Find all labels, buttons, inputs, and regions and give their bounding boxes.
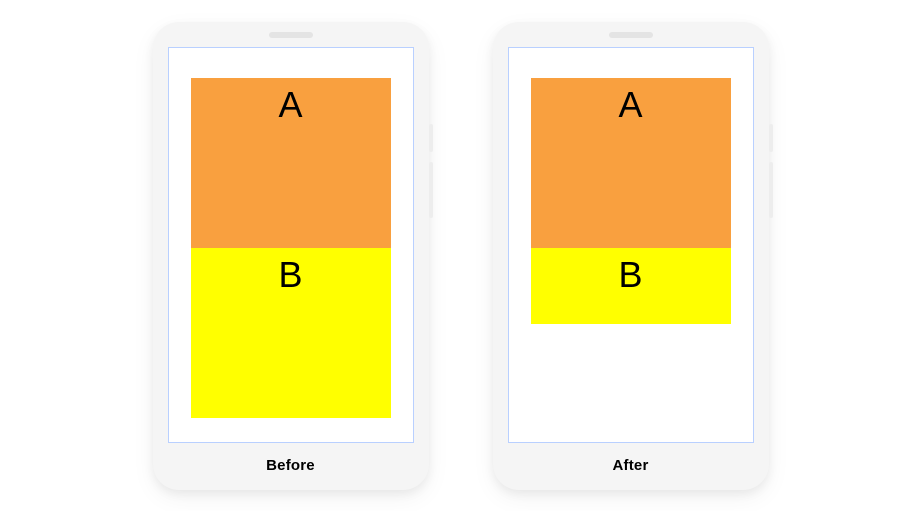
comparison-stage: A B Before A B After (0, 0, 921, 511)
block-label: B (618, 254, 642, 324)
phone-caption: Before (266, 457, 315, 474)
phone-screen-after: A B (508, 47, 754, 443)
block-label: B (278, 254, 302, 418)
block-label: A (618, 84, 642, 248)
phone-speaker (609, 32, 653, 38)
phone-after-unit: A B After (493, 22, 769, 490)
phone-before-unit: A B Before (153, 22, 429, 490)
layout-block-b: B (191, 248, 391, 418)
phone-speaker (269, 32, 313, 38)
phone-caption: After (612, 457, 648, 474)
phone-mockup-after: A B After (493, 22, 769, 490)
layout-block-a: A (531, 78, 731, 248)
phone-mockup-before: A B Before (153, 22, 429, 490)
layout-block-b: B (531, 248, 731, 324)
block-label: A (278, 84, 302, 248)
phone-screen-before: A B (168, 47, 414, 443)
layout-block-a: A (191, 78, 391, 248)
